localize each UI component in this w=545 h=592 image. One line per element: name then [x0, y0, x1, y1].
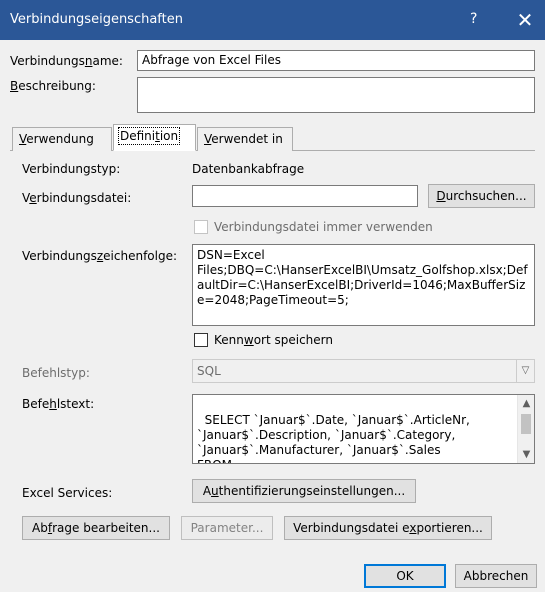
- tab-definition[interactable]: Definition: [113, 124, 196, 151]
- export-connection-file-button[interactable]: Verbindungsdatei exportieren...: [284, 516, 492, 540]
- connection-string-label: Verbindungszeichenfolge:: [22, 249, 178, 263]
- connection-file-input[interactable]: [192, 185, 418, 207]
- command-type-label: Befehlstyp:: [22, 366, 90, 380]
- connection-type-value: Datenbankabfrage: [192, 162, 305, 176]
- connection-name-input[interactable]: Abfrage von Excel Files: [137, 50, 535, 71]
- connection-type-label: Verbindungstyp:: [22, 162, 121, 176]
- scroll-thumb[interactable]: [521, 414, 531, 434]
- help-button[interactable]: ?: [470, 11, 477, 27]
- parameters-button[interactable]: Parameter...: [181, 516, 273, 540]
- save-password-checkbox[interactable]: [194, 333, 208, 347]
- command-type-select[interactable]: SQL ▽: [192, 359, 535, 383]
- ok-button[interactable]: OK: [364, 564, 446, 588]
- connection-file-label: Verbindungsdatei:: [22, 191, 132, 205]
- description-input[interactable]: [137, 77, 535, 113]
- connection-name-label: Verbindungsname:: [10, 54, 123, 68]
- excel-services-label: Excel Services:: [22, 486, 113, 500]
- close-icon[interactable]: ✕: [505, 6, 545, 34]
- browse-button[interactable]: Durchsuchen...: [428, 184, 535, 208]
- cancel-button[interactable]: Abbrechen: [455, 564, 537, 588]
- command-text-textarea[interactable]: SELECT `Januar$`.Date, `Januar$`.Article…: [192, 394, 535, 464]
- description-label: Beschreibung:: [10, 79, 96, 93]
- save-password-label: Kennwort speichern: [214, 333, 333, 347]
- tab-usage[interactable]: Verwendung: [12, 127, 112, 151]
- command-type-value: SQL: [197, 364, 221, 378]
- tab-used-in[interactable]: Verwendet in: [197, 127, 293, 151]
- command-text-scrollbar[interactable]: ▲ ▼: [517, 395, 534, 463]
- connection-string-textarea[interactable]: DSN=Excel Files;DBQ=C:\HanserExcelBI\Ums…: [192, 244, 535, 326]
- authentication-settings-button[interactable]: Authentifizierungseinstellungen...: [192, 479, 416, 503]
- always-use-file-label: Verbindungsdatei immer verwenden: [214, 220, 433, 234]
- chevron-down-icon: ▽: [516, 360, 534, 382]
- window-title: Verbindungseigenschaften: [10, 12, 183, 27]
- edit-query-button[interactable]: Abfrage bearbeiten...: [22, 516, 170, 540]
- scroll-up-icon[interactable]: ▲: [518, 395, 534, 412]
- title-bar: Verbindungseigenschaften ? ✕: [0, 0, 545, 40]
- always-use-file-checkbox[interactable]: [194, 220, 208, 234]
- command-text-label: Befehlstext:: [22, 397, 95, 411]
- scroll-down-icon[interactable]: ▼: [518, 446, 534, 463]
